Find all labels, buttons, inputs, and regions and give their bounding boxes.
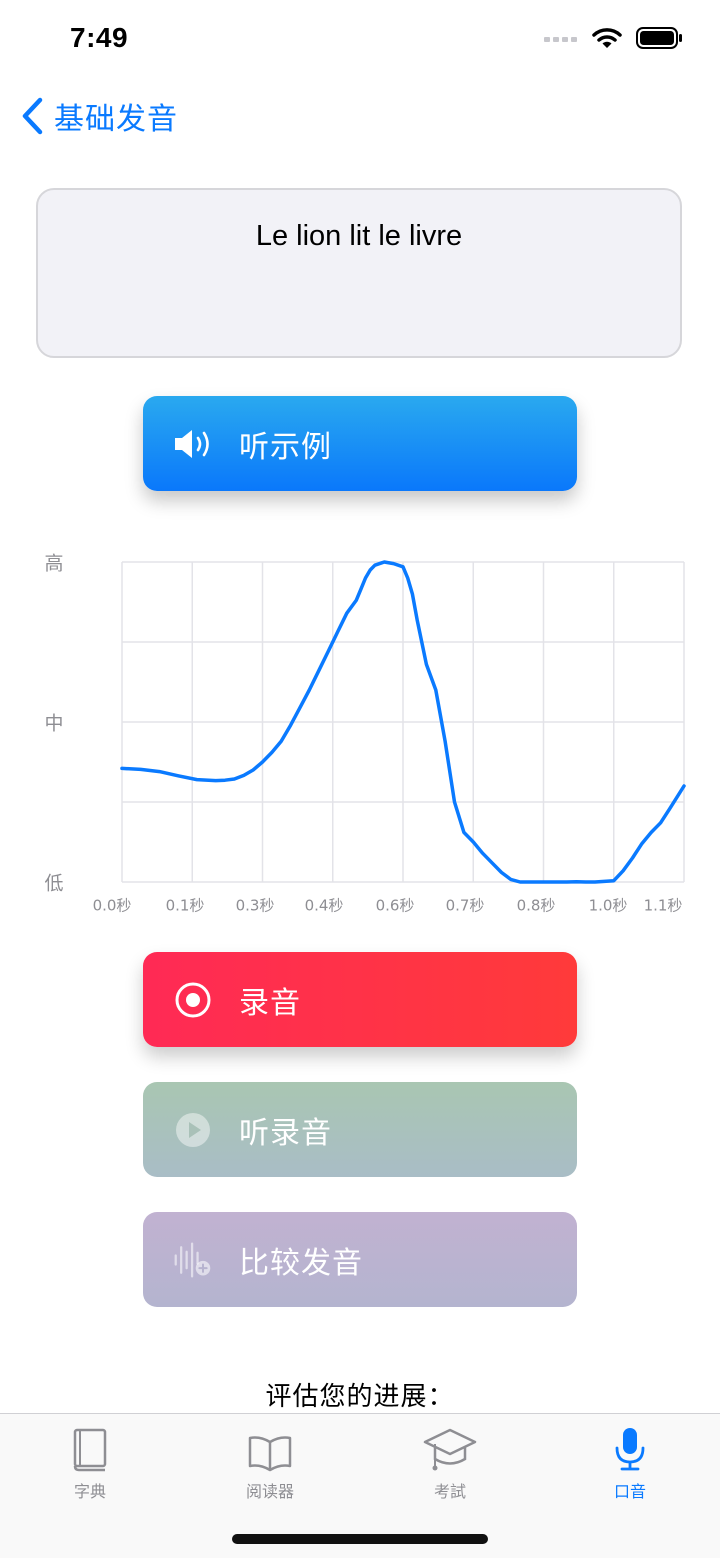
back-button-label: 基础发音 [54,103,178,136]
signal-icon [544,37,577,42]
open-book-icon [247,1422,293,1472]
compare-pronunciation-button[interactable]: 比较发音 [143,1212,577,1307]
back-button[interactable]: 基础发音 [20,94,178,138]
x-tick-label: 0.1秒 [166,897,205,915]
play-recording-label: 听录音 [239,1116,332,1150]
phrase-text: Le lion lit le livre [255,220,463,252]
wifi-icon [592,28,622,48]
speaker-icon [173,424,213,464]
battery-icon [636,27,682,49]
tab-dictionary-label: 字典 [73,1484,106,1501]
listen-example-button[interactable]: 听示例 [143,396,577,491]
y-tick-label: 中 [44,713,63,735]
microphone-icon [612,1422,648,1472]
tab-reader-label: 阅读器 [245,1484,294,1501]
record-label: 录音 [239,986,301,1020]
phrase-card: Le lion lit le livre [36,188,682,358]
listen-example-label: 听示例 [239,430,332,464]
x-tick-label: 1.0秒 [589,897,628,915]
home-indicator [232,1534,488,1544]
compare-label: 比较发音 [239,1246,363,1280]
tab-exam-label: 考試 [433,1484,466,1501]
tab-accent[interactable]: 口音 [540,1422,720,1502]
chevron-left-icon [22,97,43,135]
x-tick-label: 1.1秒 [644,897,683,915]
pitch-chart: 高中低 0.0秒 0.1秒 0.3秒 0.4秒 0.6秒 0.7秒 0.8秒 1.0秒 1.1秒 [44,553,686,915]
waveform-plus-icon [173,1240,213,1280]
tab-dictionary[interactable]: 字典 [0,1422,180,1502]
record-icon [173,980,213,1020]
x-tick-label: 0.3秒 [236,897,275,915]
tab-reader[interactable]: 阅读器 [180,1422,360,1502]
play-circle-icon [173,1110,213,1150]
tab-exam[interactable]: 考試 [360,1422,540,1502]
book-icon [72,1422,108,1472]
record-button[interactable]: 录音 [143,952,577,1047]
x-tick-label: 0.7秒 [446,897,485,915]
status-icons [544,26,684,50]
tab-accent-label: 口音 [613,1484,646,1501]
x-tick-label: 0.4秒 [305,897,344,915]
graduation-cap-icon [423,1422,477,1472]
x-tick-label: 0.0秒 [93,897,132,915]
y-tick-label: 高 [44,553,63,575]
x-tick-label: 0.6秒 [376,897,415,915]
play-recording-button[interactable]: 听录音 [143,1082,577,1177]
status-time: 7:49 [70,22,129,53]
y-tick-label: 低 [44,873,63,895]
progress-heading: 评估您的进展： [265,1381,455,1411]
x-tick-label: 0.8秒 [517,897,556,915]
